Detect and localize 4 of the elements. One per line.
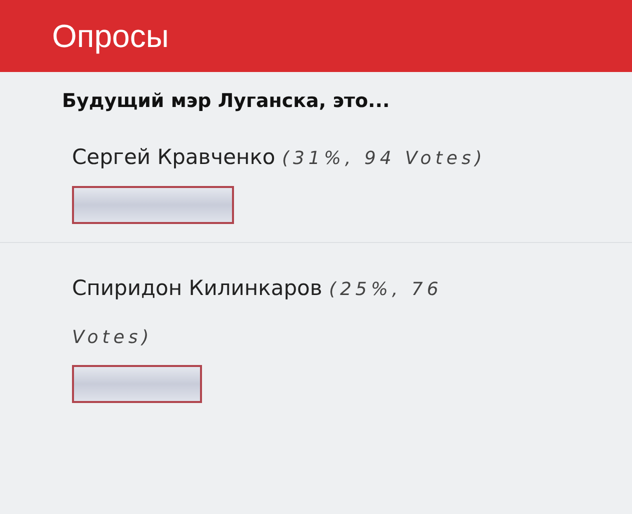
section-title: Опросы <box>52 18 169 54</box>
option-label: Спиридон Килинкаров (25%, 76 Votes) <box>72 275 444 350</box>
option-label: Сергей Кравченко (31%, 94 Votes) <box>72 144 487 171</box>
poll-question: Будущий мэр Луганска, это... <box>61 89 391 112</box>
